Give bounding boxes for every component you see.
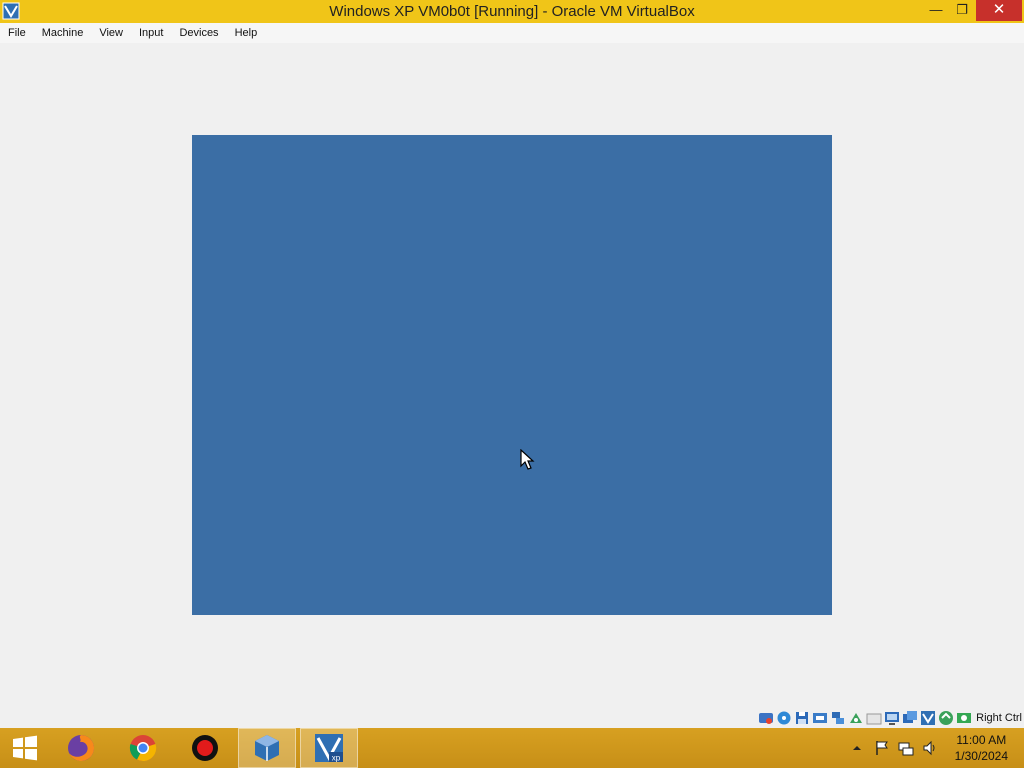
chrome-icon	[129, 735, 157, 762]
title-bar[interactable]: Windows XP VM0b0t [Running] - Oracle VM …	[0, 0, 1024, 23]
show-hidden-icons-icon[interactable]	[850, 741, 864, 755]
start-button[interactable]	[0, 728, 50, 768]
restore-button[interactable]: ❐	[950, 0, 974, 21]
window-title: Windows XP VM0b0t [Running] - Oracle VM …	[329, 3, 695, 20]
hard-disk-icon[interactable]	[758, 710, 774, 726]
menu-input[interactable]: Input	[135, 27, 167, 39]
display-icon[interactable]	[884, 710, 900, 726]
taskbar-virtualbox[interactable]	[238, 728, 296, 768]
system-clock[interactable]: 11:00 AM 1/30/2024	[955, 732, 1008, 764]
optical-drive-icon[interactable]	[776, 710, 792, 726]
taskbar-firefox[interactable]	[52, 728, 110, 768]
floppy-drive-icon[interactable]	[794, 710, 810, 726]
svg-text:xp: xp	[332, 754, 341, 763]
vm-status-bar: Right Ctrl	[758, 708, 1024, 728]
action-center-flag-icon[interactable]	[874, 740, 890, 756]
menu-machine[interactable]: Machine	[38, 27, 88, 39]
minimize-button[interactable]: —	[924, 0, 948, 21]
taskbar: xp 11:00 AM 1/30/2024	[0, 728, 1024, 768]
menu-file[interactable]: File	[4, 27, 30, 39]
shared-folders-icon[interactable]	[866, 710, 882, 726]
volume-icon[interactable]	[922, 740, 938, 756]
clock-date: 1/30/2024	[954, 749, 1008, 763]
mouse-integration-icon[interactable]	[938, 710, 954, 726]
taskbar-windows-xp-vm[interactable]: xp	[300, 728, 358, 768]
host-key-label: Right Ctrl	[976, 712, 1022, 724]
menu-help[interactable]: Help	[231, 27, 262, 39]
menu-bar: File Machine View Input Devices Help	[0, 23, 1024, 43]
virtualization-icon[interactable]	[920, 710, 936, 726]
windows-logo-icon	[13, 735, 37, 761]
network-icon[interactable]	[830, 710, 846, 726]
network-tray-icon[interactable]	[898, 740, 914, 756]
recorder-icon	[192, 735, 218, 761]
usb-icon[interactable]	[848, 710, 864, 726]
taskbar-chrome[interactable]	[114, 728, 172, 768]
mouse-cursor-icon	[520, 449, 535, 470]
menu-view[interactable]: View	[95, 27, 127, 39]
virtualbox-icon	[255, 735, 279, 761]
video-capture-icon[interactable]	[902, 710, 918, 726]
firefox-icon	[68, 735, 94, 761]
menu-devices[interactable]: Devices	[175, 27, 222, 39]
vm-screen[interactable]	[192, 135, 832, 615]
audio-icon[interactable]	[812, 710, 828, 726]
system-tray	[850, 728, 938, 768]
taskbar-recorder[interactable]	[176, 728, 234, 768]
close-button[interactable]: ✕	[976, 0, 1022, 21]
keyboard-icon[interactable]	[956, 710, 972, 726]
clock-time: 11:00 AM	[956, 733, 1007, 747]
windows-xp-vm-icon: xp	[315, 734, 343, 763]
